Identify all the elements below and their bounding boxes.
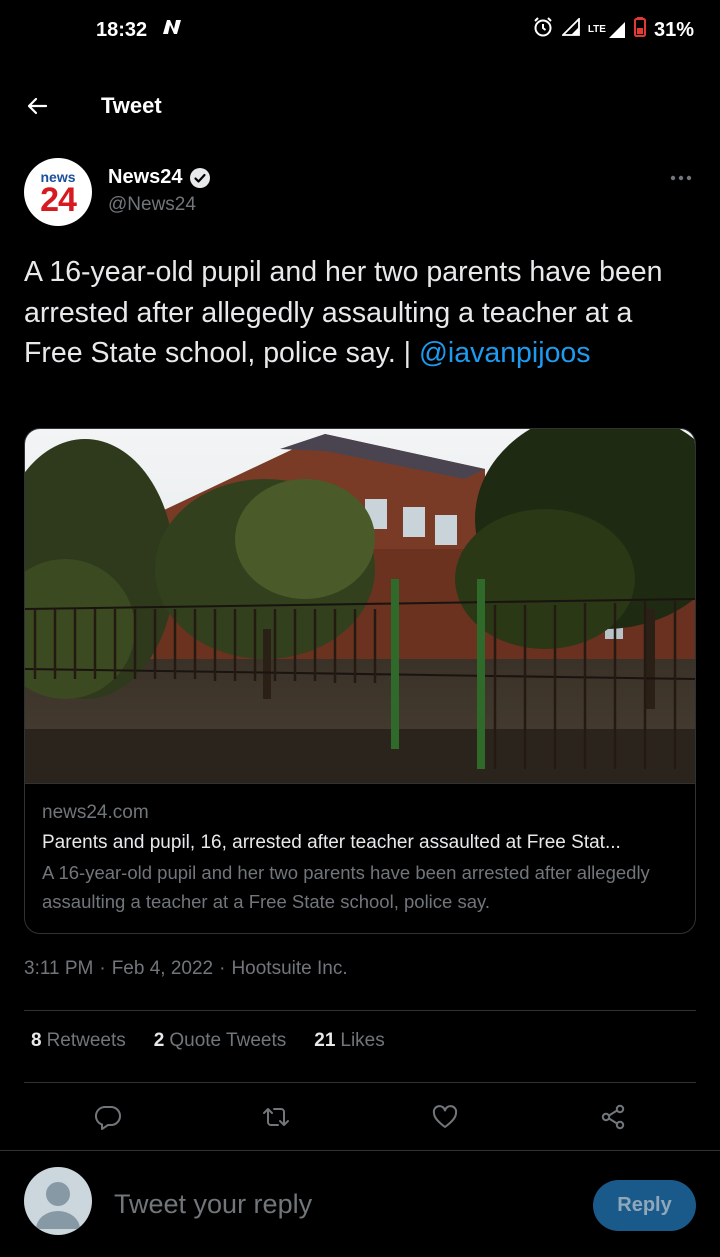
share-icon	[601, 1104, 625, 1130]
likes-stat[interactable]: 21 Likes	[314, 1030, 385, 1052]
author-name[interactable]: News24	[108, 166, 211, 189]
tweet-author: news 24 News24 @News24	[24, 158, 696, 230]
retweets-label: Retweets	[46, 1030, 126, 1051]
like-button[interactable]	[422, 1094, 468, 1140]
more-options-button[interactable]	[666, 168, 696, 188]
card-title: Parents and pupil, 16, arrested after te…	[42, 832, 621, 853]
status-time: 18:32	[96, 18, 148, 41]
tweet-timestamp: 3:11 PM · Feb 4, 2022 · Hootsuite Inc.	[24, 958, 348, 980]
reply-button[interactable]	[85, 1094, 131, 1140]
meta-separator: ·	[99, 958, 106, 979]
reply-input[interactable]	[112, 1185, 556, 1223]
mention-link[interactable]: @iavanpijoos	[419, 337, 591, 369]
retweet-button[interactable]	[253, 1094, 299, 1140]
alarm-icon	[532, 16, 554, 44]
author-avatar[interactable]: news 24	[24, 158, 92, 226]
lte-signal-icon: LTE	[588, 21, 626, 39]
user-avatar[interactable]	[24, 1167, 92, 1235]
retweet-icon	[263, 1108, 289, 1126]
card-domain: news24.com	[42, 802, 149, 823]
tweet-date: Feb 4, 2022	[111, 958, 214, 979]
tweet-time: 3:11 PM	[24, 958, 94, 979]
retweets-stat[interactable]: 8 Retweets	[31, 1030, 126, 1052]
divider	[24, 1082, 696, 1083]
verified-badge-icon	[189, 167, 210, 188]
n-app-icon	[161, 18, 183, 42]
likes-count: 21	[314, 1030, 336, 1051]
retweets-count: 8	[31, 1030, 42, 1051]
likes-label: Likes	[340, 1030, 385, 1051]
meta-separator: ·	[219, 958, 226, 979]
more-dots-icon	[670, 175, 692, 181]
tweet-source[interactable]: Hootsuite Inc.	[231, 958, 347, 980]
lte-label: LTE	[587, 24, 606, 35]
reply-composer: Reply	[0, 1150, 720, 1257]
status-bar: 18:32 LTE 31%	[0, 0, 720, 60]
card-image	[25, 429, 695, 783]
page-title: Tweet	[101, 93, 162, 118]
share-button[interactable]	[590, 1094, 636, 1140]
tweet-text: A 16-year-old pupil and her two parents …	[24, 252, 696, 374]
top-app-bar: Tweet	[0, 78, 720, 134]
reply-submit-button[interactable]: Reply	[593, 1180, 696, 1231]
quote-tweets-label: Quote Tweets	[169, 1030, 287, 1051]
card-description: A 16-year-old pupil and her two parents …	[42, 862, 650, 912]
divider	[24, 1010, 696, 1011]
back-button[interactable]	[17, 86, 57, 126]
quote-tweets-stat[interactable]: 2 Quote Tweets	[154, 1030, 286, 1052]
signal-icon	[560, 16, 580, 42]
default-avatar-icon	[36, 1182, 80, 1229]
card-body: news24.com Parents and pupil, 16, arrest…	[25, 783, 695, 916]
battery-icon	[633, 17, 646, 43]
battery-percent: 31%	[653, 18, 694, 41]
like-icon	[432, 1105, 458, 1128]
tweet-stats: 8 Retweets 2 Quote Tweets 21 Likes	[31, 1030, 385, 1052]
logo-24-text: 24	[40, 181, 77, 219]
tweet-actions	[24, 1094, 696, 1140]
author-handle[interactable]: @News24	[108, 194, 196, 216]
back-arrow-icon	[27, 97, 48, 115]
author-name-label: News24	[108, 166, 183, 188]
link-card[interactable]: news24.com Parents and pupil, 16, arrest…	[24, 428, 696, 934]
reply-icon	[94, 1105, 121, 1130]
quote-tweets-count: 2	[153, 1030, 165, 1051]
